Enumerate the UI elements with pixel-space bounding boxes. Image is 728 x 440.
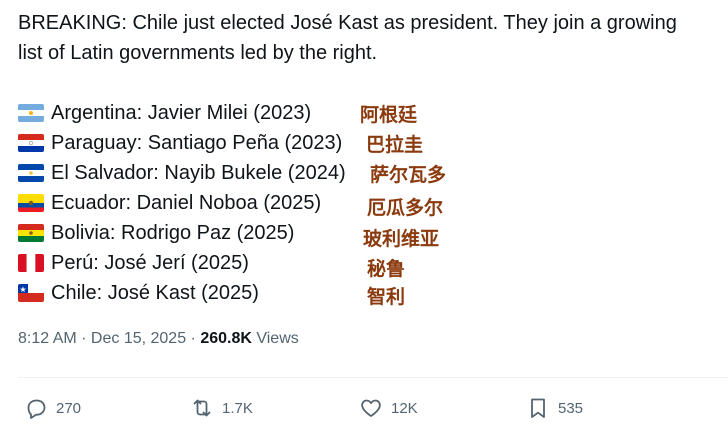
argentina-flag-icon	[18, 104, 44, 122]
tweet-meta: 8:12 AM · Dec 15, 2025 · 260.8K Views	[18, 330, 299, 348]
ecuador-flag-icon	[18, 194, 44, 212]
list-item-text: Ecuador: Daniel Noboa (2025)	[51, 192, 322, 214]
repost-button[interactable]: 1.7K	[190, 393, 253, 423]
list-item-argentina: Argentina: Javier Milei (2023)	[18, 98, 346, 128]
annotation-chile: 智利	[367, 286, 406, 308]
like-button[interactable]: 12K	[359, 393, 418, 423]
list-item-el-salvador: El Salvador: Nayib Bukele (2024)	[18, 158, 346, 188]
tweet-text: BREAKING: Chile just elected José Kast a…	[18, 8, 728, 68]
list-item-text: Perú: José Jerí (2025)	[51, 252, 249, 274]
annotation-peru: 秘鲁	[367, 258, 406, 280]
el-salvador-flag-icon	[18, 164, 44, 182]
like-count: 12K	[391, 399, 418, 417]
list-item-text: El Salvador: Nayib Bukele (2024)	[51, 162, 346, 184]
peru-flag-icon	[18, 254, 44, 272]
annotation-paraguay: 巴拉圭	[366, 134, 424, 156]
bolivia-flag-icon	[18, 224, 44, 242]
heart-icon	[361, 399, 381, 417]
list-item-text: Bolivia: Rodrigo Paz (2025)	[51, 222, 295, 244]
divider	[18, 377, 728, 378]
list-item-paraguay: Paraguay: Santiago Peña (2023)	[18, 128, 346, 158]
reply-button[interactable]: 270	[24, 393, 81, 423]
list-item-ecuador: Ecuador: Daniel Noboa (2025)	[18, 188, 346, 218]
list-item-bolivia: Bolivia: Rodrigo Paz (2025)	[18, 218, 346, 248]
reply-count: 270	[56, 399, 82, 417]
timestamp[interactable]: 8:12 AM · Dec 15, 2025 ·	[18, 330, 200, 347]
reply-icon	[27, 399, 46, 419]
annotation-bolivia: 玻利维亚	[363, 228, 440, 250]
tweet-text-line-2: list of Latin governments led by the rig…	[18, 42, 378, 64]
list-item-text: Paraguay: Santiago Peña (2023)	[51, 132, 343, 154]
annotation-ecuador: 厄瓜多尔	[367, 197, 444, 219]
bookmark-button[interactable]: 535	[526, 393, 583, 423]
list-item-peru: Perú: José Jerí (2025)	[18, 248, 346, 278]
repost-count: 1.7K	[222, 399, 253, 417]
list-item-chile: Chile: José Kast (2025)	[18, 278, 346, 308]
bookmark-count: 535	[558, 399, 584, 417]
repost-icon	[193, 399, 211, 417]
annotation-argentina: 阿根廷	[360, 104, 418, 126]
tweet-text-line-1: BREAKING: Chile just elected José Kast a…	[18, 12, 677, 34]
bookmark-icon	[531, 398, 545, 418]
views-label: Views	[251, 330, 299, 347]
views-count: 260.8K	[200, 330, 252, 347]
chile-flag-icon	[18, 284, 44, 302]
list-item-text: Argentina: Javier Milei (2023)	[51, 102, 312, 124]
annotation-el-salvador: 萨尔瓦多	[370, 164, 447, 186]
list-item-text: Chile: José Kast (2025)	[51, 282, 259, 304]
country-list: Argentina: Javier Milei (2023) Paraguay:…	[18, 98, 346, 308]
paraguay-flag-icon	[18, 134, 44, 152]
